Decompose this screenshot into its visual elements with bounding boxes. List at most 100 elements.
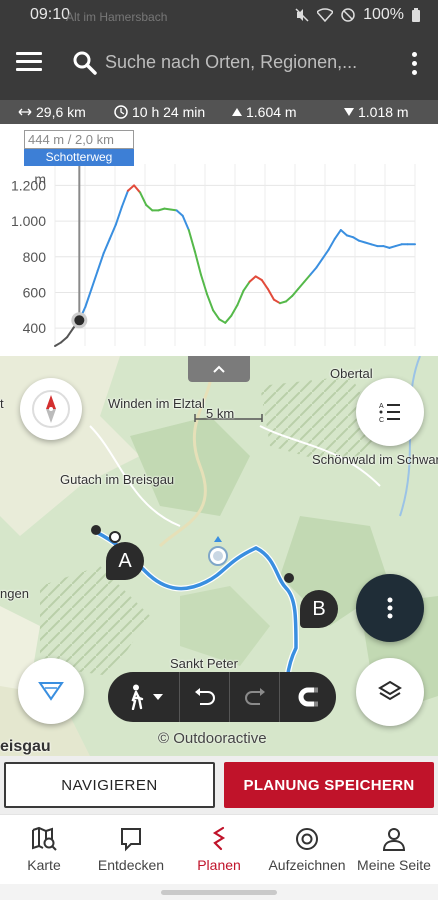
elevation-segment	[327, 237, 336, 251]
nav-item-entdecken[interactable]: Entdecken	[87, 815, 175, 885]
elevation-segment	[266, 287, 275, 301]
magnet-icon	[298, 687, 318, 707]
y-tick-label: 1.000	[11, 213, 46, 229]
elevation-segment	[242, 280, 251, 292]
status-ghost-text: Alt im Hamersbach	[66, 10, 168, 24]
gesture-handle[interactable]	[161, 890, 277, 895]
nav-label-planen: Planen	[197, 857, 241, 873]
distance-stat: 29,6 km	[18, 104, 86, 120]
search-toolbar: Suche nach Orten, Regionen,...	[0, 30, 438, 100]
ascent-stat: 1.604 m	[232, 104, 297, 120]
elevation-chart[interactable]: m 1.200 1.000 800 600 400 444 m / 2,0 km Sch…	[0, 124, 438, 356]
activity-selector[interactable]	[108, 672, 180, 722]
redo-button[interactable]	[230, 672, 280, 722]
undo-button[interactable]	[180, 672, 230, 722]
ascent-value: 1.604 m	[246, 104, 297, 120]
route-options-button[interactable]	[356, 574, 424, 642]
filter-icon	[38, 682, 64, 701]
nav-label-meine-seite: Meine Seite	[357, 857, 431, 873]
more-options-button[interactable]	[410, 52, 418, 76]
wifi-icon	[317, 8, 334, 22]
elevation-segment	[351, 236, 361, 242]
cursor-surface-type: Schotterweg	[24, 149, 134, 166]
descent-stat: 1.018 m	[344, 104, 409, 120]
nav-label-karte: Karte	[27, 857, 61, 873]
y-tick-label: 600	[23, 284, 47, 300]
elevation-segment	[230, 303, 239, 317]
elevation-segment	[199, 273, 209, 296]
caret-down-icon	[152, 694, 163, 700]
y-tick-label: 400	[23, 320, 47, 336]
elevation-segment	[212, 309, 221, 321]
route-list-button[interactable]: A C	[356, 378, 424, 446]
chart-cursor-dot[interactable]	[74, 315, 85, 326]
elevation-segment	[114, 205, 123, 226]
elevation-segment	[102, 237, 111, 255]
elevation-segment	[333, 229, 342, 240]
menu-button[interactable]	[16, 52, 42, 74]
elevation-segment	[126, 184, 136, 192]
map-label-schonwald: Schönwald im Schwarzw	[312, 452, 438, 467]
map-label-left-mid: ngen	[0, 586, 29, 601]
nav-item-planen[interactable]: Planen	[175, 815, 263, 885]
svg-text:C: C	[379, 417, 384, 424]
chart-cursor-label: 444 m / 2,0 km Schotterweg	[24, 130, 134, 166]
elevation-segment	[218, 318, 227, 324]
duration-value: 10 h 24 min	[132, 104, 206, 120]
route-icon	[212, 826, 226, 851]
compass-icon	[32, 390, 70, 428]
map-view[interactable]: Winden im Elztal Gutach im Breisgau Ober…	[0, 356, 438, 756]
elevation-segment	[193, 250, 202, 276]
app-header: 09:10 Alt im Hamersbach 100% Suche nach …	[0, 0, 438, 100]
duration-stat: 10 h 24 min	[114, 104, 205, 120]
nav-item-karte[interactable]: Karte	[0, 815, 88, 885]
map-label-winden: Winden im Elztal	[108, 396, 205, 411]
chevron-up-icon	[213, 365, 225, 373]
waypoint-a-label: A	[118, 549, 132, 572]
undo-icon	[194, 688, 215, 705]
action-bar: NAVIGIEREN PLANUNG SPEICHERN	[0, 756, 438, 814]
waypoint-b-marker[interactable]: B	[300, 590, 338, 628]
descent-icon	[344, 108, 354, 116]
chart-grid	[54, 164, 416, 346]
nav-item-aufzeichnen[interactable]: Aufzeichnen	[263, 815, 351, 885]
elevation-segment	[60, 336, 69, 344]
elevation-segment	[309, 266, 318, 276]
record-icon	[296, 828, 318, 850]
map-label-left-bottom: eisgau	[0, 738, 51, 755]
elevation-segment	[84, 287, 93, 308]
route-stats: 29,6 km 10 h 24 min 1.604 m 1.018 m	[0, 100, 438, 124]
y-tick-label: 800	[23, 249, 47, 265]
hiking-icon	[130, 684, 143, 710]
map-layers-button[interactable]	[356, 658, 424, 726]
search-icon[interactable]	[72, 50, 98, 76]
compass-button[interactable]	[20, 378, 82, 440]
save-planning-button[interactable]: PLANUNG SPEICHERN	[224, 762, 434, 808]
clock-icon	[114, 105, 128, 119]
map-search-icon	[32, 826, 57, 851]
navigate-button[interactable]: NAVIGIEREN	[4, 762, 215, 808]
map-label-sankt-peter: Sankt Peter	[170, 656, 238, 671]
planning-toolbar	[108, 672, 336, 722]
svg-text:A: A	[379, 403, 384, 410]
magnet-snap-button[interactable]	[280, 672, 336, 722]
elevation-segment	[285, 295, 294, 303]
battery-icon	[412, 8, 420, 22]
elevation-segment	[187, 229, 196, 253]
poi-filter-button[interactable]	[18, 658, 84, 724]
person-icon	[382, 828, 406, 851]
collapse-chart-button[interactable]	[188, 356, 250, 382]
cursor-elevation-distance: 444 m / 2,0 km	[24, 130, 134, 149]
waypoint-a-marker[interactable]: A	[106, 542, 144, 580]
elevation-segment	[303, 273, 312, 283]
distance-value: 29,6 km	[36, 104, 86, 120]
elevation-segment	[339, 229, 348, 237]
distance-icon	[18, 108, 32, 116]
nav-item-meine-seite[interactable]: Meine Seite	[350, 815, 438, 885]
elevation-segment	[224, 314, 233, 324]
elevation-segment	[54, 341, 63, 347]
search-input[interactable]: Suche nach Orten, Regionen,...	[105, 52, 373, 73]
map-copyright: © Outdooractive	[158, 730, 267, 747]
y-tick-labels: 1.200 1.000 800 600 400	[11, 177, 46, 336]
mute-icon	[295, 8, 309, 22]
